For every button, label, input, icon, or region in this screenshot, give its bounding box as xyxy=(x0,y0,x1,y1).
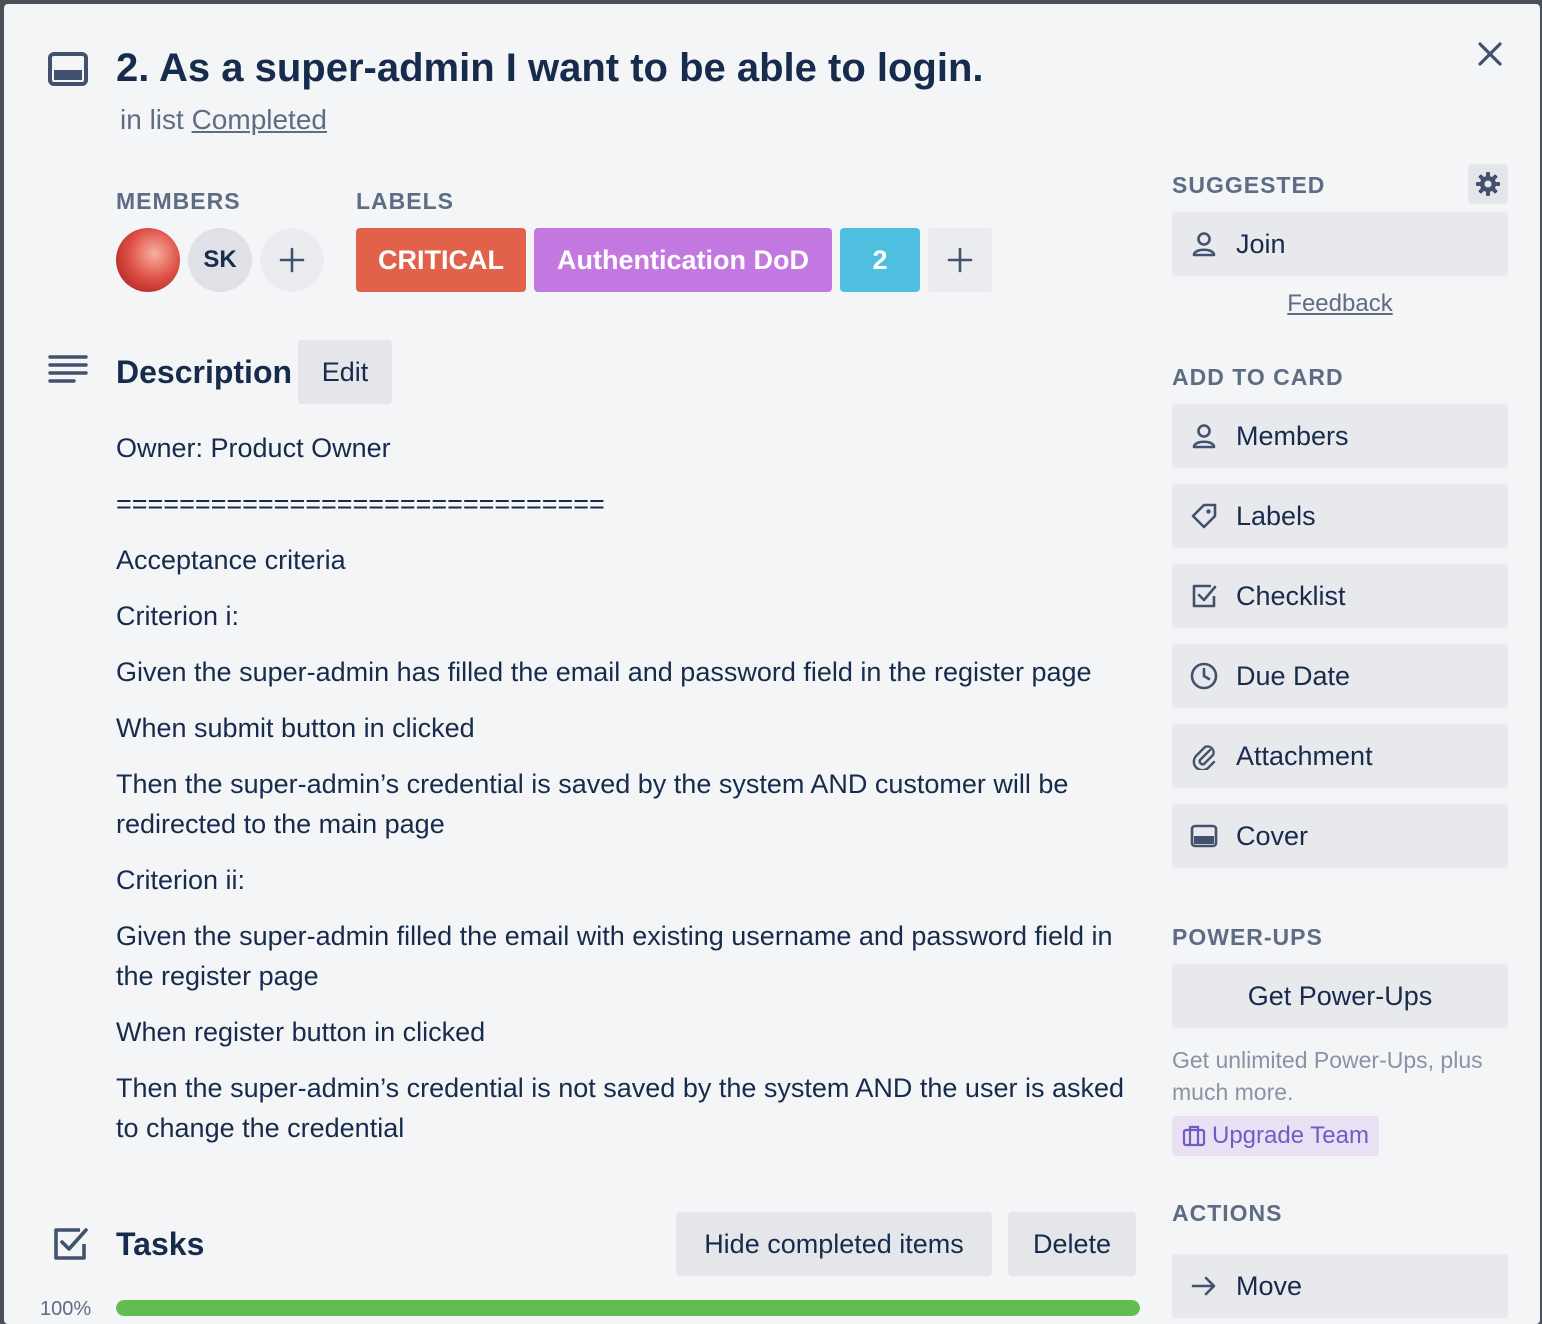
card-icon xyxy=(48,52,88,86)
attachment-button-label: Attachment xyxy=(1236,740,1373,771)
checklist-icon xyxy=(1172,582,1236,610)
avatar-photo[interactable] xyxy=(116,228,180,292)
move-button[interactable]: Move xyxy=(1172,1254,1508,1318)
upgrade-team-label: Upgrade Team xyxy=(1212,1122,1369,1149)
delete-checklist-button[interactable]: Delete xyxy=(1008,1212,1136,1276)
card-title[interactable]: 2. As a super-admin I want to be able to… xyxy=(116,46,984,91)
clock-icon xyxy=(1172,661,1236,691)
labels-button-label: Labels xyxy=(1236,500,1316,531)
label-2[interactable]: 2 xyxy=(840,228,920,292)
description-line: =============================== xyxy=(116,489,605,519)
due-date-button-label: Due Date xyxy=(1236,660,1351,691)
description-line: Then the super-admin’s credential is sav… xyxy=(116,769,1069,839)
description-line: Then the super-admin’s credential is not… xyxy=(116,1073,1125,1143)
checklist-icon xyxy=(50,1224,90,1264)
in-list-prefix: in list xyxy=(120,104,184,135)
description-line: When register button in clicked xyxy=(116,1017,486,1047)
feedback-link[interactable]: Feedback xyxy=(1172,290,1508,318)
upgrade-team-button[interactable]: Upgrade Team xyxy=(1172,1116,1379,1156)
add-label-button[interactable] xyxy=(928,228,992,292)
plus-icon xyxy=(947,247,973,273)
add-to-card-heading: ADD TO CARD xyxy=(1172,364,1344,390)
attachment-button[interactable]: Attachment xyxy=(1172,724,1508,788)
description-line: Owner: Product Owner xyxy=(116,433,391,463)
person-icon xyxy=(1172,230,1236,258)
description-icon xyxy=(48,354,88,386)
tag-icon xyxy=(1172,502,1236,530)
description-heading: Description xyxy=(116,354,293,390)
description-line: Criterion i: xyxy=(116,601,240,631)
person-icon xyxy=(1172,422,1236,450)
cover-button-label: Cover xyxy=(1236,820,1309,851)
cover-button[interactable]: Cover xyxy=(1172,804,1508,868)
close-icon[interactable] xyxy=(1470,34,1510,74)
avatar-initials[interactable]: SK xyxy=(188,228,252,292)
progress-fill xyxy=(116,1300,1140,1316)
description-line: Acceptance criteria xyxy=(116,545,346,575)
suggested-settings-button[interactable] xyxy=(1468,164,1508,204)
progress-bar xyxy=(116,1300,1140,1316)
get-power-ups-button[interactable]: Get Power-Ups xyxy=(1172,964,1508,1028)
description-body[interactable]: Owner: Product Owner ===================… xyxy=(116,428,1144,1164)
actions-heading: ACTIONS xyxy=(1172,1200,1283,1226)
members-button-label: Members xyxy=(1236,420,1349,451)
power-ups-heading: POWER-UPS xyxy=(1172,924,1323,950)
label-critical[interactable]: CRITICAL xyxy=(356,228,526,292)
tasks-heading: Tasks xyxy=(116,1226,205,1262)
card-detail-modal: 2. As a super-admin I want to be able to… xyxy=(4,4,1540,1324)
edit-description-button[interactable]: Edit xyxy=(298,340,392,404)
members-button[interactable]: Members xyxy=(1172,404,1508,468)
members-heading: MEMBERS xyxy=(116,188,241,214)
due-date-button[interactable]: Due Date xyxy=(1172,644,1508,708)
list-link[interactable]: Completed xyxy=(192,104,327,135)
suggested-heading: SUGGESTED xyxy=(1172,172,1326,198)
paperclip-icon xyxy=(1172,742,1236,770)
plus-icon xyxy=(279,247,305,273)
power-ups-note: Get unlimited Power-Ups, plus much more. xyxy=(1172,1047,1483,1105)
move-button-label: Move xyxy=(1236,1270,1303,1301)
checklist-button[interactable]: Checklist xyxy=(1172,564,1508,628)
labels-button[interactable]: Labels xyxy=(1172,484,1508,548)
description-line: Given the super-admin has filled the ema… xyxy=(116,657,1092,687)
join-button[interactable]: Join xyxy=(1172,212,1508,276)
description-line: Criterion ii: xyxy=(116,865,246,895)
hide-completed-button[interactable]: Hide completed items xyxy=(676,1212,992,1276)
cover-icon xyxy=(1172,824,1236,848)
label-authentication-dod[interactable]: Authentication DoD xyxy=(534,228,832,292)
card-list-info: in list Completed xyxy=(120,104,327,136)
gear-icon xyxy=(1475,171,1501,197)
briefcase-icon xyxy=(1182,1125,1206,1147)
description-line: Given the super-admin filled the email w… xyxy=(116,921,1113,991)
add-member-button[interactable] xyxy=(260,228,324,292)
join-label: Join xyxy=(1236,228,1286,259)
checklist-button-label: Checklist xyxy=(1236,580,1346,611)
labels-heading: LABELS xyxy=(356,188,454,214)
arrow-right-icon xyxy=(1172,1274,1236,1298)
description-line: When submit button in clicked xyxy=(116,713,475,743)
